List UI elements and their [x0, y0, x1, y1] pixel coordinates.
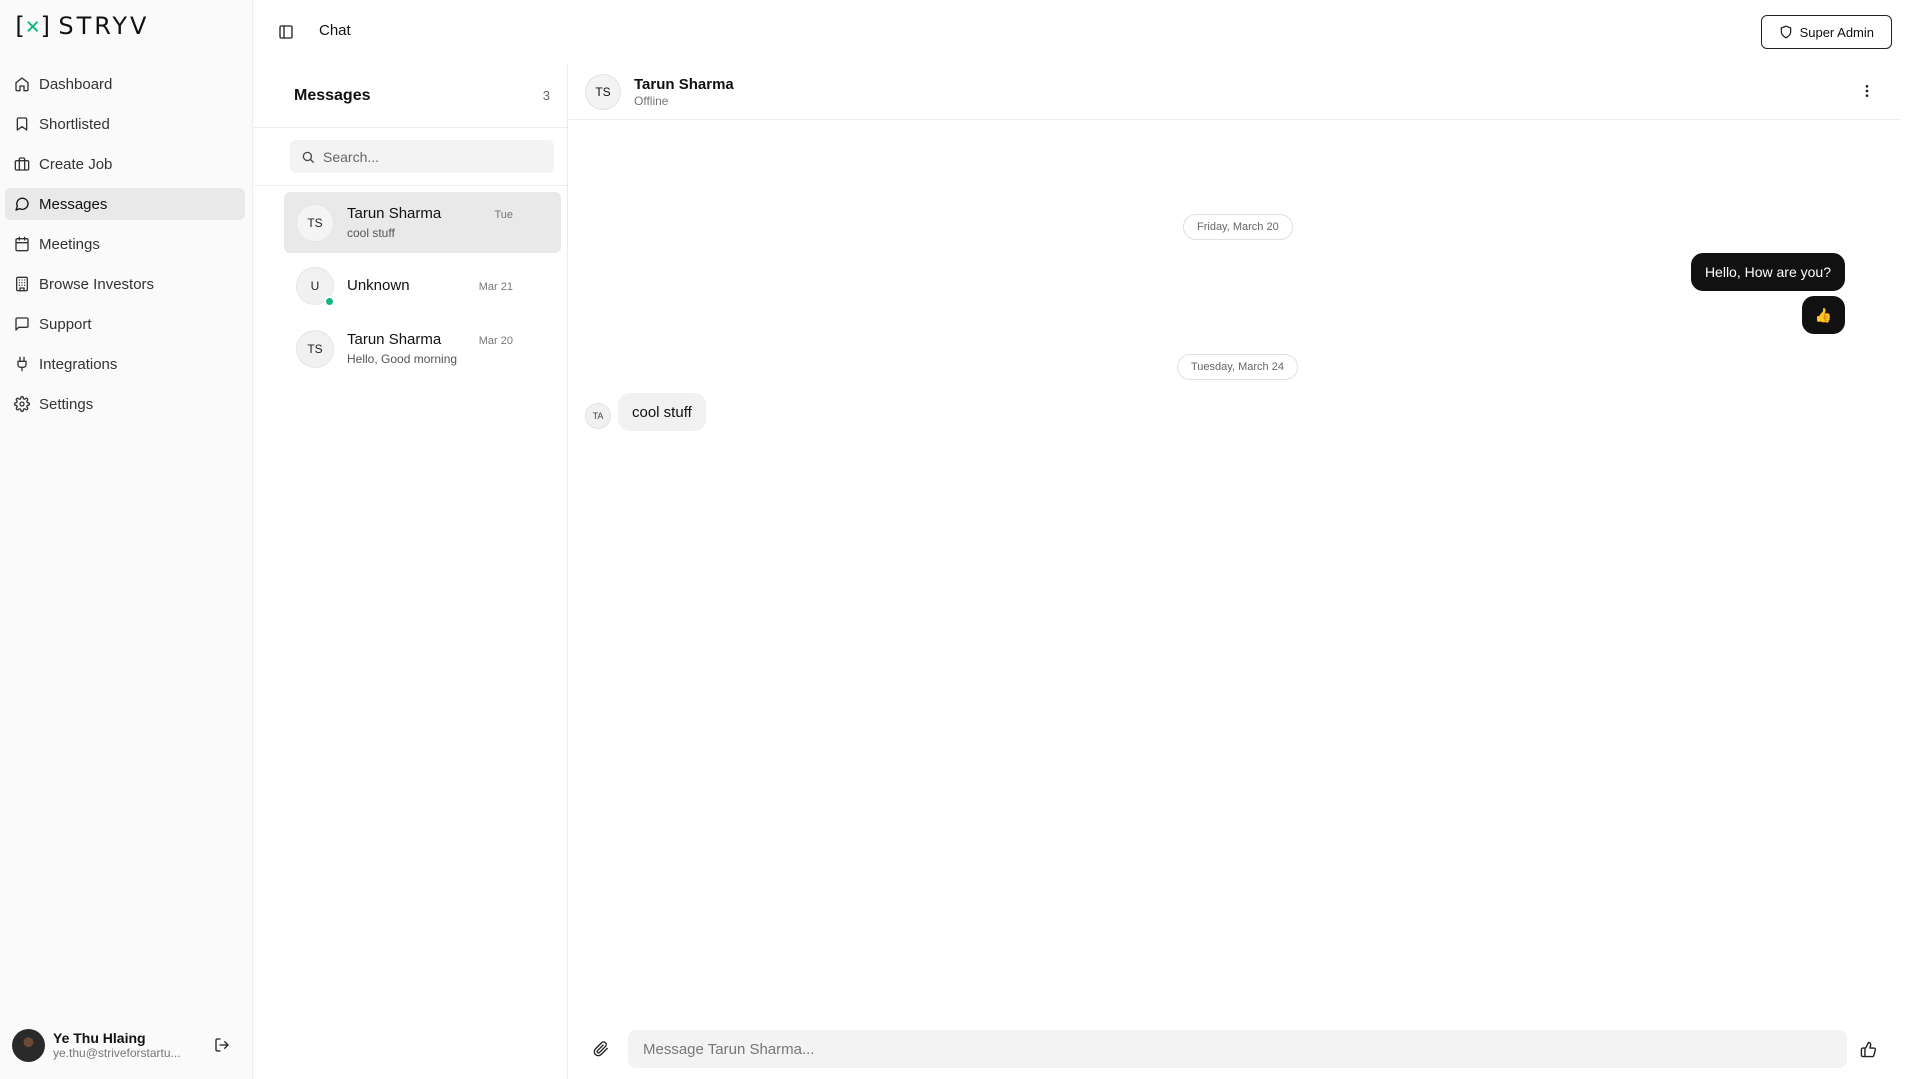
- search-icon: [302, 151, 314, 163]
- chat-panel: TS Tarun Sharma Offline Friday, March 20…: [569, 64, 1900, 1079]
- bookmark-icon: [16, 117, 28, 131]
- sidebar: [×] STRYV Dashboard Shortlisted Create J…: [0, 0, 253, 1079]
- conversation-date: Mar 20: [478, 335, 513, 347]
- sidebar-item-label: Shortlisted: [39, 115, 110, 133]
- home-icon: [15, 77, 29, 92]
- chat-header: TS Tarun Sharma Offline: [569, 64, 1900, 120]
- top-bar: Chat Super Admin: [254, 0, 1916, 64]
- super-admin-label: Super Admin: [1799, 24, 1874, 40]
- sidebar-item-label: Meetings: [39, 235, 100, 253]
- sidebar-item-create-job[interactable]: Create Job: [5, 148, 245, 180]
- logo-text: STRYV: [58, 12, 150, 40]
- conversation-preview: cool stuff: [347, 226, 395, 240]
- super-admin-button[interactable]: Super Admin: [1760, 15, 1892, 49]
- more-vertical-icon: [1865, 85, 1869, 97]
- sidebar-item-settings[interactable]: Settings: [5, 388, 245, 420]
- gear-icon: [14, 396, 30, 412]
- conversation-date: Tue: [494, 209, 513, 221]
- conversations-title: Messages: [294, 86, 371, 104]
- chat-contact-name: Tarun Sharma: [634, 75, 734, 93]
- conversation-item[interactable]: TS Tarun Sharma Mar 20 Hello, Good morni…: [284, 318, 561, 379]
- date-separator: Tuesday, March 24: [1177, 354, 1298, 380]
- chat-app: [×] STRYV Dashboard Shortlisted Create J…: [0, 0, 1916, 1079]
- avatar[interactable]: [12, 1028, 45, 1062]
- user-name: Ye Thu Hlaing: [53, 1030, 146, 1046]
- sidebar-item-integrations[interactable]: Integrations: [5, 348, 245, 380]
- logout-icon: [215, 1038, 229, 1052]
- avatar: U: [296, 266, 335, 307]
- conversation-body: Tarun Sharma Tue cool stuff: [347, 205, 549, 240]
- sidebar-item-label: Dashboard: [39, 75, 113, 93]
- sidebar-item-label: Integrations: [39, 355, 118, 373]
- conversation-list: TS Tarun Sharma Tue cool stuff U Unknown: [254, 186, 567, 379]
- message-thread: Friday, March 20 Hello, How are you? 👍 T…: [569, 120, 1900, 1000]
- conversation-body: Unknown Mar 21: [347, 277, 549, 294]
- avatar: TS: [296, 203, 334, 242]
- sidebar-item-meetings[interactable]: Meetings: [5, 228, 245, 260]
- attach-button[interactable]: [591, 1039, 611, 1059]
- conversation-name: Unknown: [347, 277, 410, 294]
- logo-mark: [×]: [12, 12, 53, 40]
- sidebar-item-browse-investors[interactable]: Browse Investors: [5, 268, 245, 300]
- sidebar-toggle-button[interactable]: [275, 21, 297, 43]
- sidebar-item-label: Browse Investors: [39, 275, 155, 293]
- sidebar-item-label: Messages: [39, 195, 108, 213]
- conversations-header: Messages 3: [254, 64, 567, 128]
- search-box: [290, 140, 554, 173]
- conversation-name: Tarun Sharma: [347, 205, 442, 222]
- incoming-message: cool stuff: [618, 393, 706, 431]
- sidebar-item-label: Create Job: [39, 155, 113, 173]
- conversations-count: 3: [542, 88, 550, 103]
- calendar-icon: [15, 236, 29, 252]
- avatar: TS: [296, 329, 334, 368]
- thumbs-up-button[interactable]: [1857, 1038, 1879, 1060]
- date-separator: Friday, March 20: [1183, 214, 1293, 240]
- building-icon: [16, 276, 28, 292]
- conversation-body: Tarun Sharma Mar 20 Hello, Good morning: [347, 331, 549, 366]
- brand-logo[interactable]: [×] STRYV: [12, 12, 149, 40]
- panel-left-icon: [279, 25, 293, 39]
- outgoing-message: Hello, How are you?: [1690, 253, 1845, 291]
- message-circle-icon: [15, 197, 29, 211]
- sidebar-item-shortlisted[interactable]: Shortlisted: [5, 108, 245, 140]
- chat-contact-status: Offline: [634, 93, 669, 108]
- avatar: TS: [585, 73, 621, 110]
- message-square-icon: [15, 317, 29, 331]
- conversations-panel: Messages 3 TS Tarun Sharma Tue cool stuf…: [254, 64, 568, 1079]
- sidebar-item-label: Support: [39, 315, 92, 333]
- conversation-name: Tarun Sharma: [347, 331, 442, 348]
- sidebar-item-messages[interactable]: Messages: [5, 188, 245, 220]
- shield-icon: [1780, 25, 1791, 39]
- user-profile: Ye Thu Hlaing ye.thu@striveforstartu...: [12, 1025, 234, 1065]
- chat-contact-info: Tarun Sharma Offline: [634, 76, 734, 108]
- paperclip-icon: [593, 1041, 608, 1057]
- conversation-date: Mar 21: [478, 281, 513, 293]
- user-email: ye.thu@striveforstartu...: [53, 1046, 181, 1060]
- sidebar-item-label: Settings: [39, 395, 94, 413]
- conversation-item[interactable]: U Unknown Mar 21: [284, 255, 561, 316]
- logout-button[interactable]: [210, 1033, 234, 1057]
- outgoing-message: 👍: [1801, 296, 1845, 334]
- user-info: Ye Thu Hlaing ye.thu@striveforstartu...: [53, 1030, 202, 1060]
- search-input[interactable]: [323, 148, 523, 165]
- message-input[interactable]: [628, 1030, 1847, 1068]
- thumbs-up-icon: [1860, 1041, 1876, 1057]
- conversation-item[interactable]: TS Tarun Sharma Tue cool stuff: [284, 192, 561, 253]
- sidebar-item-dashboard[interactable]: Dashboard: [5, 68, 245, 100]
- sidebar-nav: Dashboard Shortlisted Create Job Message…: [5, 68, 245, 428]
- briefcase-icon: [14, 157, 30, 171]
- online-status-dot: [324, 295, 335, 307]
- page-title: Chat: [319, 22, 351, 39]
- plug-icon: [17, 356, 27, 372]
- message-composer: [569, 1022, 1900, 1072]
- sidebar-item-support[interactable]: Support: [5, 308, 245, 340]
- more-options-button[interactable]: [1856, 80, 1878, 102]
- conversation-preview: Hello, Good morning: [347, 352, 458, 366]
- avatar: TA: [585, 403, 611, 429]
